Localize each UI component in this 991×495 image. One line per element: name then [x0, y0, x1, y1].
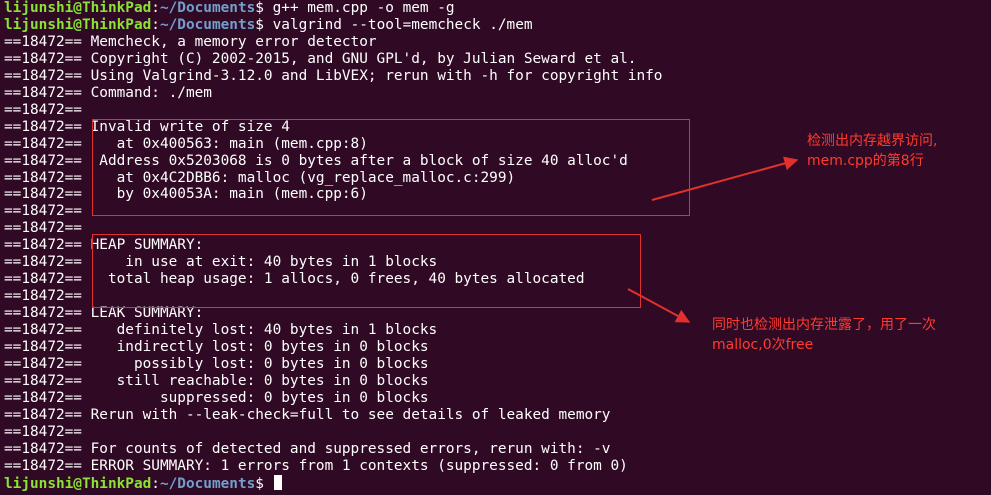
arrow-from-heap-summary — [627, 288, 691, 323]
annotation-out-of-bounds: 检测出内存越界访问, mem.cpp的第8行 — [807, 133, 938, 169]
annotation-arrows — [627, 156, 799, 323]
annotation-memory-leak: 同时也检测出内存泄露了，用了一次 malloc,0次free — [712, 317, 936, 353]
arrow-to-invalid-write — [651, 156, 799, 201]
